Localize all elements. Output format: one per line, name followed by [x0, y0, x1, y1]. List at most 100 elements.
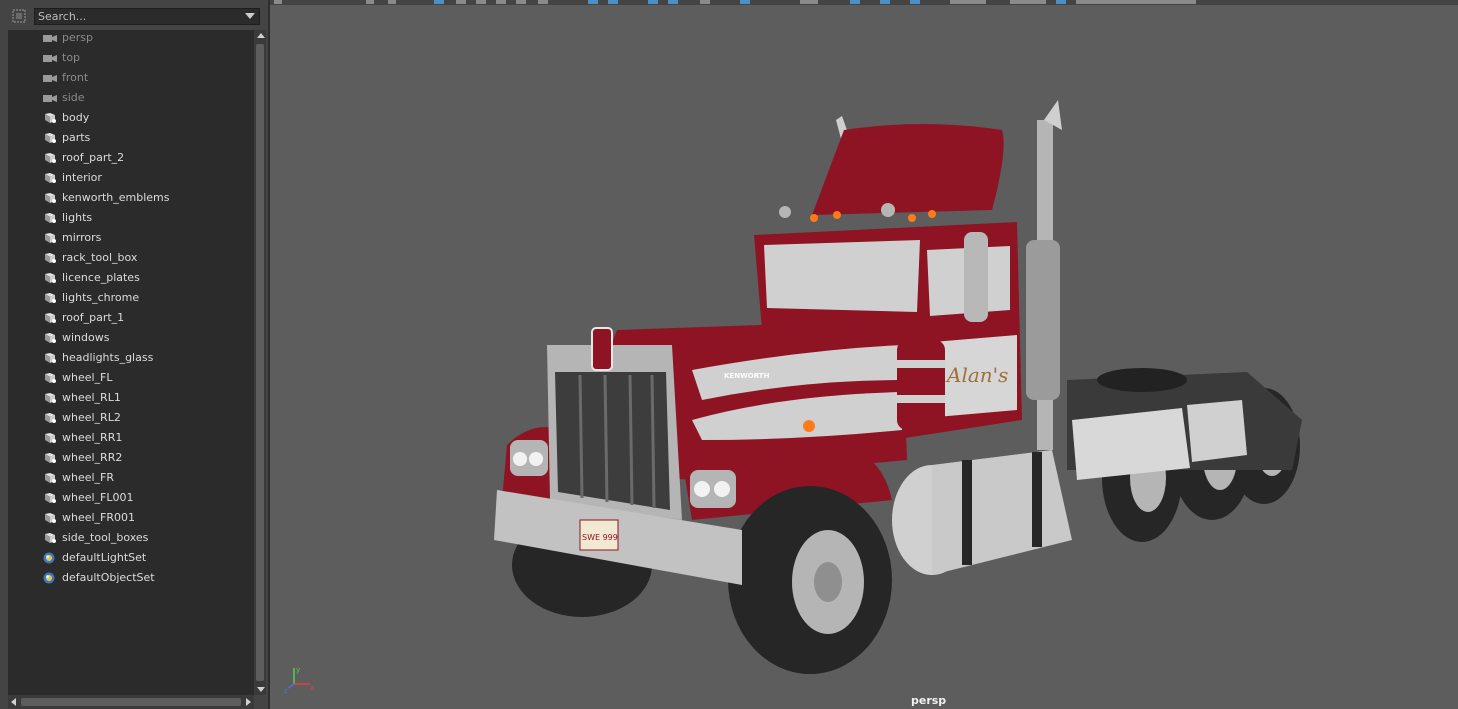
outliner-item[interactable]: kenworth_emblems: [8, 188, 254, 208]
outliner-item[interactable]: wheel_FL: [8, 368, 254, 388]
camera-icon: [43, 95, 57, 102]
outliner-item-label: roof_part_2: [62, 151, 125, 164]
outliner-item-label: wheel_RR1: [62, 431, 123, 444]
outliner-item[interactable]: persp: [8, 28, 254, 48]
outliner-item-label: licence_plates: [62, 271, 140, 284]
outliner-search[interactable]: [34, 8, 260, 25]
mesh-group-icon: [45, 233, 56, 243]
outliner-item[interactable]: front: [8, 68, 254, 88]
outliner-item[interactable]: wheel_RL1: [8, 388, 254, 408]
truck-model[interactable]: Alan's KENWORTH SWE 999: [270, 0, 1458, 709]
outliner-item-label: kenworth_emblems: [62, 191, 170, 204]
camera-icon: [43, 75, 57, 82]
horizontal-scroll-thumb[interactable]: [21, 698, 241, 706]
outliner-item-label: rack_tool_box: [62, 251, 138, 264]
scroll-up-icon[interactable]: [257, 33, 265, 38]
axis-y-label: y: [296, 666, 300, 674]
outliner-item[interactable]: parts: [8, 128, 254, 148]
outliner-item-label: wheel_FR001: [62, 511, 136, 524]
outliner-item[interactable]: top: [8, 48, 254, 68]
mesh-group-icon: [45, 113, 56, 123]
outliner-item-label: side_tool_boxes: [62, 531, 149, 544]
camera-name-label: persp: [911, 694, 947, 707]
outliner-item[interactable]: windows: [8, 328, 254, 348]
mesh-group-icon: [45, 533, 56, 543]
outliner-item[interactable]: rack_tool_box: [8, 248, 254, 268]
outliner-item-label: lights_chrome: [62, 291, 140, 304]
outliner-panel: persp top front side body parts roof_part_2int…: [0, 0, 268, 709]
mesh-group-icon: [45, 253, 56, 263]
outliner-item[interactable]: lights_chrome: [8, 288, 254, 308]
outliner-item-label: side: [62, 91, 85, 104]
outliner-item-label: windows: [62, 331, 110, 344]
outliner-item[interactable]: body: [8, 108, 254, 128]
outliner-item[interactable]: lights: [8, 208, 254, 228]
outliner-item[interactable]: wheel_RR1: [8, 428, 254, 448]
outliner-item[interactable]: wheel_RR2: [8, 448, 254, 468]
scroll-right-icon[interactable]: [246, 698, 251, 706]
mesh-group-icon: [45, 153, 56, 163]
outliner-item[interactable]: defaultLightSet: [8, 548, 254, 568]
search-dropdown-icon[interactable]: [245, 13, 255, 19]
outliner-item-label: lights: [62, 211, 93, 224]
outliner-item[interactable]: headlights_glass: [8, 348, 254, 368]
outliner-list: persp top front side body parts roof_part_2int…: [8, 28, 254, 588]
axis-x-label: x: [310, 684, 314, 692]
outliner-item-label: defaultLightSet: [62, 551, 147, 564]
outliner-display-icon[interactable]: [12, 9, 26, 23]
axis-z-label: z: [284, 687, 288, 694]
camera-icon: [43, 35, 57, 42]
mesh-group-icon: [45, 333, 56, 343]
outliner-item-label: wheel_FR: [62, 471, 115, 484]
outliner-item[interactable]: roof_part_2: [8, 148, 254, 168]
mesh-group-icon: [45, 513, 56, 523]
outliner-item-label: roof_part_1: [62, 311, 125, 324]
outliner-item[interactable]: defaultObjectSet: [8, 568, 254, 588]
outliner-item[interactable]: licence_plates: [8, 268, 254, 288]
search-input[interactable]: [38, 9, 238, 24]
object-set-icon: [43, 552, 55, 564]
mesh-group-icon: [45, 433, 56, 443]
outliner-item[interactable]: side_tool_boxes: [8, 528, 254, 548]
outliner-item-label: persp: [62, 31, 93, 44]
outliner-item[interactable]: interior: [8, 168, 254, 188]
outliner-horizontal-scrollbar[interactable]: [8, 695, 254, 709]
scroll-down-icon[interactable]: [257, 687, 265, 692]
rear-frame: [1067, 368, 1302, 480]
mesh-group-icon: [45, 393, 56, 403]
mesh-group-icon: [45, 193, 56, 203]
outliner-item[interactable]: wheel_FL001: [8, 488, 254, 508]
outliner-item[interactable]: side: [8, 88, 254, 108]
outliner-item-label: top: [62, 51, 81, 64]
outliner-item-label: wheel_FL: [62, 371, 113, 384]
mesh-group-icon: [45, 473, 56, 483]
outliner-item[interactable]: roof_part_1: [8, 308, 254, 328]
camera-icon: [43, 55, 57, 62]
mesh-group-icon: [45, 173, 56, 183]
outliner-item-label: interior: [62, 171, 102, 184]
outliner-item[interactable]: wheel_FR: [8, 468, 254, 488]
outliner-item[interactable]: wheel_FR001: [8, 508, 254, 528]
kenworth-logo-text: KENWORTH: [724, 372, 770, 380]
mesh-group-icon: [45, 213, 56, 223]
scroll-left-icon[interactable]: [11, 698, 16, 706]
outliner-item-label: wheel_RR2: [62, 451, 123, 464]
side-script-text: Alan's: [945, 363, 1008, 387]
fuel-tank: [892, 450, 1072, 575]
grille: [547, 327, 682, 520]
vertical-scroll-thumb[interactable]: [256, 44, 264, 681]
mesh-group-icon: [45, 373, 56, 383]
3d-viewport[interactable]: Alan's KENWORTH SWE 999 y x z persp: [268, 0, 1458, 709]
outliner-item-label: mirrors: [62, 231, 102, 244]
mesh-group-icon: [45, 133, 56, 143]
outliner-item[interactable]: mirrors: [8, 228, 254, 248]
outliner-item[interactable]: wheel_RL2: [8, 408, 254, 428]
outliner-vertical-scrollbar[interactable]: [254, 30, 266, 695]
outliner-item-label: body: [62, 111, 90, 124]
outliner-item-label: wheel_RL1: [62, 391, 121, 404]
outliner-item-label: headlights_glass: [62, 351, 154, 364]
view-axis-gizmo: y x z: [284, 666, 314, 694]
mesh-group-icon: [45, 453, 56, 463]
outliner-item-label: wheel_FL001: [62, 491, 134, 504]
mesh-group-icon: [45, 413, 56, 423]
